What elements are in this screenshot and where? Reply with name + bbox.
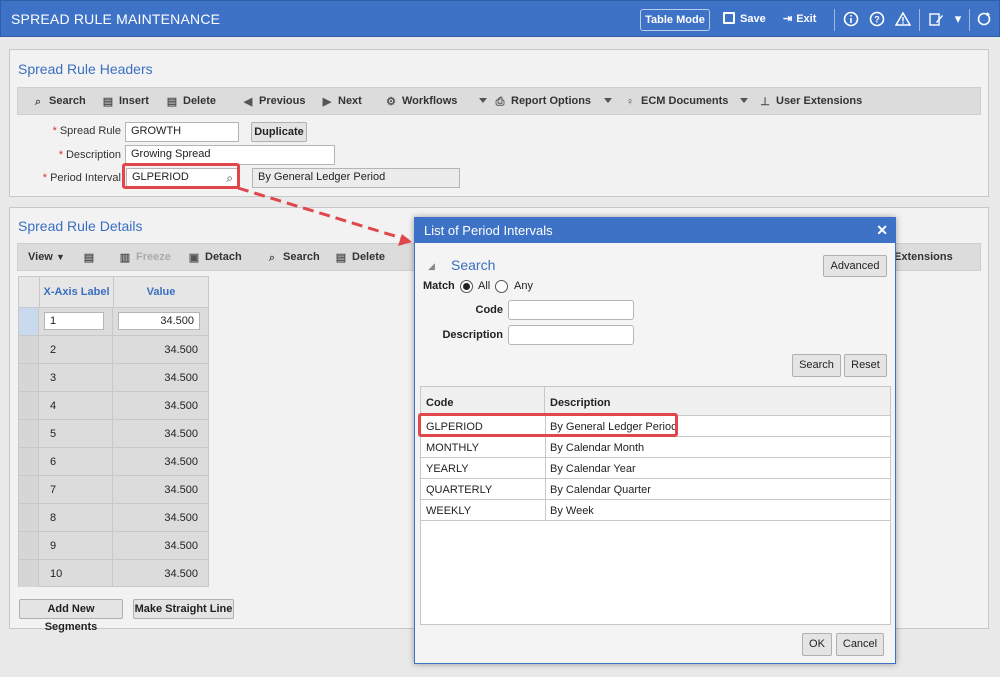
result-code: QUARTERLY (426, 484, 493, 496)
result-code: MONTHLY (426, 442, 479, 454)
result-description: By Week (550, 505, 594, 517)
result-col-divider (545, 500, 546, 520)
match-all-label: All (478, 280, 491, 292)
result-description: By Calendar Year (550, 463, 636, 475)
code-label: Code (475, 304, 504, 316)
result-row[interactable]: YEARLY By Calendar Year (421, 458, 890, 479)
result-description: By Calendar Month (550, 442, 645, 454)
result-row[interactable]: MONTHLY By Calendar Month (421, 437, 890, 458)
search-section-title: Search (451, 257, 496, 273)
glperiod-row-highlight (418, 413, 678, 437)
advanced-button[interactable]: Advanced (823, 255, 887, 277)
description-search-label: Description (442, 329, 503, 341)
match-any-radio[interactable] (495, 280, 508, 293)
match-label: Match (423, 280, 455, 292)
dialog-title-bar: List of Period Intervals ✕ (415, 218, 895, 243)
result-code: YEARLY (426, 463, 469, 475)
result-col-divider (545, 437, 546, 457)
results-header-code[interactable]: Code (421, 387, 545, 416)
result-code: WEEKLY (426, 505, 472, 517)
dialog-reset-button[interactable]: Reset (844, 354, 887, 377)
description-search-input[interactable] (508, 325, 634, 345)
result-row[interactable]: WEEKLY By Week (421, 500, 890, 521)
cancel-button[interactable]: Cancel (836, 633, 884, 656)
collapse-triangle-icon[interactable]: ◢ (428, 261, 435, 272)
result-row[interactable]: QUARTERLY By Calendar Quarter (421, 479, 890, 500)
period-intervals-dialog: List of Period Intervals ✕ ◢ Search Adva… (414, 217, 896, 664)
result-col-divider (545, 479, 546, 499)
match-all-radio[interactable] (460, 280, 473, 293)
results-header-description[interactable]: Description (545, 387, 890, 416)
result-description: By Calendar Quarter (550, 484, 651, 496)
match-any-label: Any (514, 280, 533, 292)
result-col-divider (545, 458, 546, 478)
dialog-search-button[interactable]: Search (792, 354, 841, 377)
dialog-title: List of Period Intervals (424, 223, 553, 238)
ok-button[interactable]: OK (802, 633, 832, 656)
close-icon[interactable]: ✕ (876, 222, 888, 239)
code-search-input[interactable] (508, 300, 634, 320)
